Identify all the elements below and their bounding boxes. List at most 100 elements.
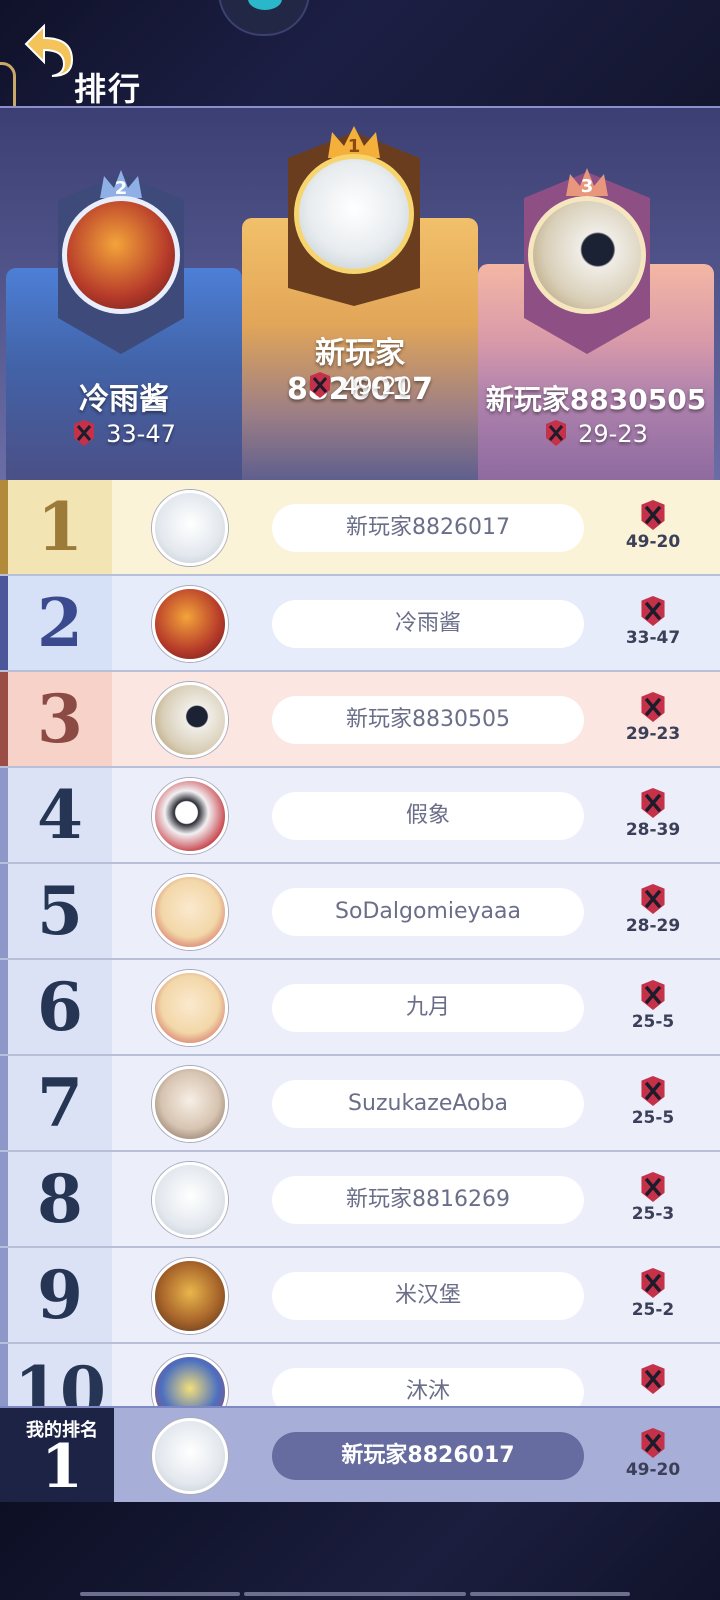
avatar [152,586,228,662]
crossed-swords-icon [641,596,665,626]
avatar [152,1354,228,1406]
score-cell: 28-29 [618,884,688,936]
my-rank-bar[interactable]: 我的排名 1 新玩家8826017 49-20 [0,1406,720,1506]
podium-2-score: 33-47 [6,420,242,448]
back-button[interactable] [20,22,78,80]
score-text: 25-5 [631,1012,675,1032]
score-cell: 25-5 [618,980,688,1032]
nav-indicator [244,1592,466,1596]
nav-indicator [80,1592,240,1596]
ranking-row[interactable]: 7 SuzukazeAoba 25-5 [0,1056,720,1152]
my-score-cell: 49-20 [618,1428,688,1480]
crossed-swords-icon [546,420,567,446]
podium-3-avatar [528,196,646,314]
podium-1-avatar [294,154,414,274]
crossed-swords-icon [310,372,331,398]
score-cell: 25-2 [618,1268,688,1320]
score-text: 28-39 [625,820,681,840]
crossed-swords-icon [641,692,665,722]
score-text: 33-47 [625,628,681,648]
nav-indicator [470,1592,630,1596]
score-cell: 25-5 [618,1076,688,1128]
player-name: 米汉堡 [272,1272,584,1320]
rank-number: 9 [37,1256,83,1334]
ranking-row[interactable]: 4 假象 28-39 [0,768,720,864]
crossed-swords-icon [641,1172,665,1202]
player-name: 新玩家8816269 [272,1176,584,1224]
rank-number: 4 [37,776,83,854]
score-text: 25-5 [631,1108,675,1128]
ranking-row[interactable]: 9 米汉堡 25-2 [0,1248,720,1344]
score-text: 25-2 [631,1300,675,1320]
score-text: 25-3 [631,1204,675,1224]
score-cell: 28-39 [618,788,688,840]
my-rank-number: 1 [41,1432,83,1502]
player-name: 沐沐 [272,1368,584,1406]
score-cell: 33-47 [618,596,688,648]
crossed-swords-icon [641,1428,665,1458]
player-name: SuzukazeAoba [272,1080,584,1128]
player-name: SoDalgomieyaaa [272,888,584,936]
player-name: 九月 [272,984,584,1032]
score-text: 49-20 [625,532,681,552]
avatar [152,778,228,854]
ranking-row[interactable]: 6 九月 25-5 [0,960,720,1056]
player-name: 假象 [272,792,584,840]
avatar [152,1162,228,1238]
ranking-row[interactable]: 1 新玩家8826017 49-20 [0,480,720,576]
ranking-list[interactable]: 1 新玩家8826017 49-20 2 冷雨酱 33-47 3 新玩家8830… [0,480,720,1406]
avatar [152,1066,228,1142]
crossed-swords-icon [641,1268,665,1298]
player-name: 新玩家8830505 [272,696,584,744]
avatar [152,1258,228,1334]
crossed-swords-icon [641,884,665,914]
rank-number: 6 [37,968,83,1046]
ranking-row[interactable]: 3 新玩家8830505 29-23 [0,672,720,768]
rank-number: 5 [37,872,83,950]
rank-number: 3 [37,680,83,758]
podium-3-badge[interactable]: 3 [518,166,656,354]
rank-number: 1 [37,488,83,566]
podium-3-place: 3 [580,176,594,197]
podium-2-avatar [62,196,180,314]
my-player-name: 新玩家8826017 [272,1432,584,1480]
crossed-swords-icon [641,500,665,530]
bottom-bar [0,1502,720,1600]
player-name: 冷雨酱 [272,600,584,648]
score-text: 28-29 [625,916,681,936]
avatar [152,490,228,566]
avatar [152,874,228,950]
score-text: 29-23 [625,724,681,744]
crossed-swords-icon [641,788,665,818]
podium-2-badge[interactable]: 2 [52,168,190,354]
podium-2-name: 冷雨酱 [79,382,169,417]
ranking-row[interactable]: 10 沐沐 [0,1344,720,1406]
ranking-row[interactable]: 2 冷雨酱 33-47 [0,576,720,672]
crossed-swords-icon [641,980,665,1010]
crossed-swords-icon [74,420,95,446]
podium: 2 1 3 冷雨酱 33-47 新玩家8826017 49-20 新玩家8830… [0,106,720,482]
player-name: 新玩家8826017 [272,504,584,552]
ranking-row[interactable]: 8 新玩家8816269 25-3 [0,1152,720,1248]
score-cell [618,1364,688,1396]
rank-number: 2 [37,584,83,662]
page-title: 排行 [74,70,143,108]
podium-3-score: 29-23 [478,420,714,448]
ranking-row[interactable]: 5 SoDalgomieyaaa 28-29 [0,864,720,960]
back-arrow-icon [24,23,74,77]
rank-number: 7 [37,1064,83,1142]
crossed-swords-icon [641,1364,665,1394]
crossed-swords-icon [641,1076,665,1106]
score-cell: 49-20 [618,500,688,552]
rank-number: 10 [14,1352,106,1406]
my-avatar [152,1418,228,1494]
rank-number: 8 [37,1160,83,1238]
podium-1-badge[interactable]: 1 [284,126,424,308]
podium-3-name: 新玩家8830505 [485,383,707,416]
avatar [152,682,228,758]
score-cell: 29-23 [618,692,688,744]
my-score-text: 49-20 [625,1460,681,1480]
avatar [152,970,228,1046]
podium-1-score: 49-20 [242,372,478,400]
score-cell: 25-3 [618,1172,688,1224]
